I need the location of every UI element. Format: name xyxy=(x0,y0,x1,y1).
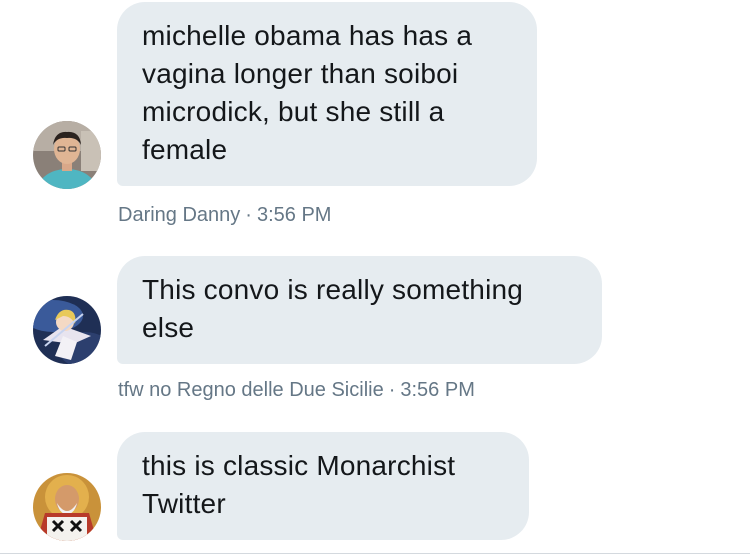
avatar[interactable] xyxy=(33,473,101,541)
timestamp: 3:56 PM xyxy=(400,379,475,401)
message-text: This convo is really something else xyxy=(142,274,524,343)
timestamp: 3:56 PM xyxy=(256,204,332,226)
message-text: michelle obama has has a vagina longer t… xyxy=(142,20,473,165)
message-bubble[interactable]: This convo is really something else xyxy=(117,256,602,364)
user-avatar-photo-icon xyxy=(33,121,101,189)
sender-name[interactable]: Daring Danny xyxy=(118,204,240,226)
divider xyxy=(0,553,750,554)
message-bubble[interactable]: this is classic Monarchist Twitter xyxy=(117,432,529,540)
anime-character-avatar-icon xyxy=(33,296,101,364)
avatar[interactable] xyxy=(33,296,101,364)
meta-separator: · xyxy=(388,379,396,401)
sender-name[interactable]: tfw no Regno delle Due Sicilie xyxy=(118,379,384,401)
avatar[interactable] xyxy=(33,121,101,189)
message-meta: tfw no Regno delle Due Sicilie · 3:56 PM xyxy=(118,378,475,402)
message-meta: Daring Danny · 3:56 PM xyxy=(118,203,331,227)
message-text: this is classic Monarchist Twitter xyxy=(142,450,456,519)
saint-icon-avatar-icon xyxy=(33,473,101,541)
message-bubble[interactable]: michelle obama has has a vagina longer t… xyxy=(117,2,537,186)
dm-conversation-thread: michelle obama has has a vagina longer t… xyxy=(0,0,750,558)
meta-separator: · xyxy=(245,204,252,226)
